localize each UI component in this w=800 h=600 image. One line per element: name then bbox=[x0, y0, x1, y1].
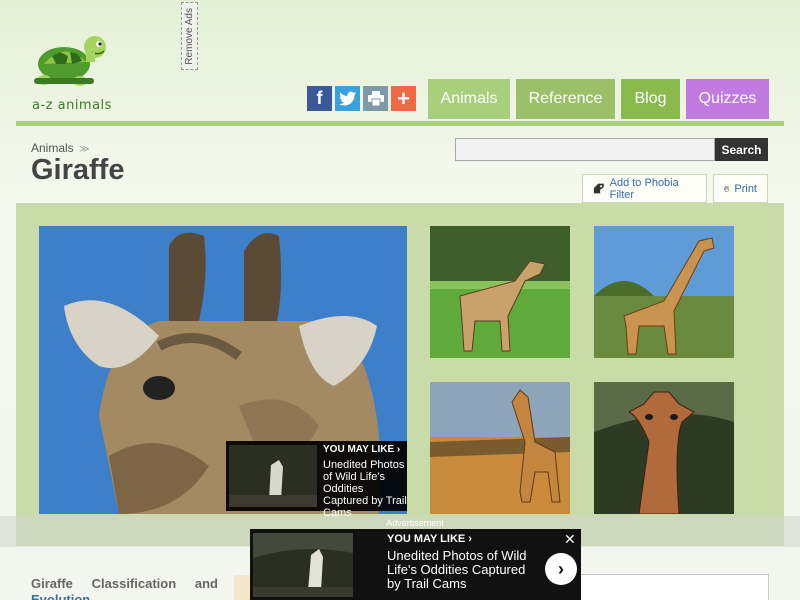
twitter-icon bbox=[338, 91, 356, 106]
section-heading: Giraffe Classification and bbox=[31, 576, 218, 591]
site-logo[interactable] bbox=[30, 34, 110, 90]
nav-quizzes[interactable]: Quizzes bbox=[686, 79, 769, 119]
close-icon[interactable]: ✕ bbox=[564, 531, 576, 548]
nav-blog[interactable]: Blog bbox=[621, 79, 680, 119]
phobia-filter-label: Add to Phobia Filter bbox=[609, 176, 679, 201]
advertisement-label: Advertisement bbox=[386, 518, 444, 528]
facebook-share-button[interactable]: f bbox=[307, 86, 332, 111]
print-share-button[interactable] bbox=[363, 86, 388, 111]
print-button[interactable]: Print bbox=[713, 174, 768, 203]
twitter-share-button[interactable] bbox=[335, 86, 360, 111]
giraffe-thumbnail-2[interactable] bbox=[594, 226, 734, 358]
trail-cam-thumbnail bbox=[229, 445, 317, 507]
trail-cam-thumbnail-large bbox=[253, 533, 353, 597]
you-may-like-heading-large: YOU MAY LIKE › bbox=[387, 533, 472, 545]
giraffe-thumbnail-3[interactable] bbox=[430, 382, 570, 514]
breadcrumb: Animals ≫ bbox=[31, 141, 90, 155]
logo-text[interactable]: a-z animals bbox=[32, 98, 112, 113]
search-input[interactable] bbox=[455, 138, 715, 161]
more-share-button[interactable]: + bbox=[391, 86, 416, 111]
section-heading-word-1: Giraffe bbox=[31, 576, 73, 591]
nav-animals[interactable]: Animals bbox=[428, 79, 510, 119]
sidebar-box bbox=[580, 574, 769, 600]
remove-ads-button[interactable]: Remove Ads bbox=[181, 2, 198, 70]
plus-icon: + bbox=[397, 85, 410, 111]
section-heading-word-2: Classification bbox=[91, 576, 177, 591]
giraffe-thumbnail-4[interactable] bbox=[594, 382, 734, 514]
facebook-icon: f bbox=[316, 88, 323, 108]
header-divider bbox=[16, 121, 784, 126]
search-button[interactable]: Search bbox=[715, 138, 768, 161]
print-label: Print bbox=[734, 182, 757, 195]
remove-ads-label: Remove Ads bbox=[184, 7, 195, 65]
section-heading-link[interactable]: Evolution bbox=[31, 592, 90, 600]
add-to-phobia-filter-button[interactable]: Add to Phobia Filter bbox=[582, 174, 707, 203]
turtle-logo-icon bbox=[34, 36, 106, 86]
next-arrow-icon[interactable]: › bbox=[545, 553, 577, 585]
page-title: Giraffe bbox=[31, 154, 125, 186]
you-may-like-text: Unedited Photos of Wild Life's Oddities … bbox=[323, 459, 407, 519]
breadcrumb-animals[interactable]: Animals bbox=[31, 141, 74, 155]
printer-icon bbox=[724, 185, 730, 191]
print-icon bbox=[367, 91, 384, 106]
section-heading-word-3: and bbox=[194, 576, 218, 591]
nav-reference[interactable]: Reference bbox=[516, 79, 615, 119]
you-may-like-card-small[interactable]: YOU MAY LIKE › Unedited Photos of Wild L… bbox=[226, 441, 407, 519]
spider-filter-icon bbox=[593, 183, 604, 194]
you-may-like-card-large[interactable]: YOU MAY LIKE › Unedited Photos of Wild L… bbox=[250, 529, 581, 600]
you-may-like-heading: YOU MAY LIKE › bbox=[323, 444, 401, 455]
giraffe-thumbnail-1[interactable] bbox=[430, 226, 570, 358]
you-may-like-text-large: Unedited Photos of Wild Life's Oddities … bbox=[387, 548, 527, 591]
